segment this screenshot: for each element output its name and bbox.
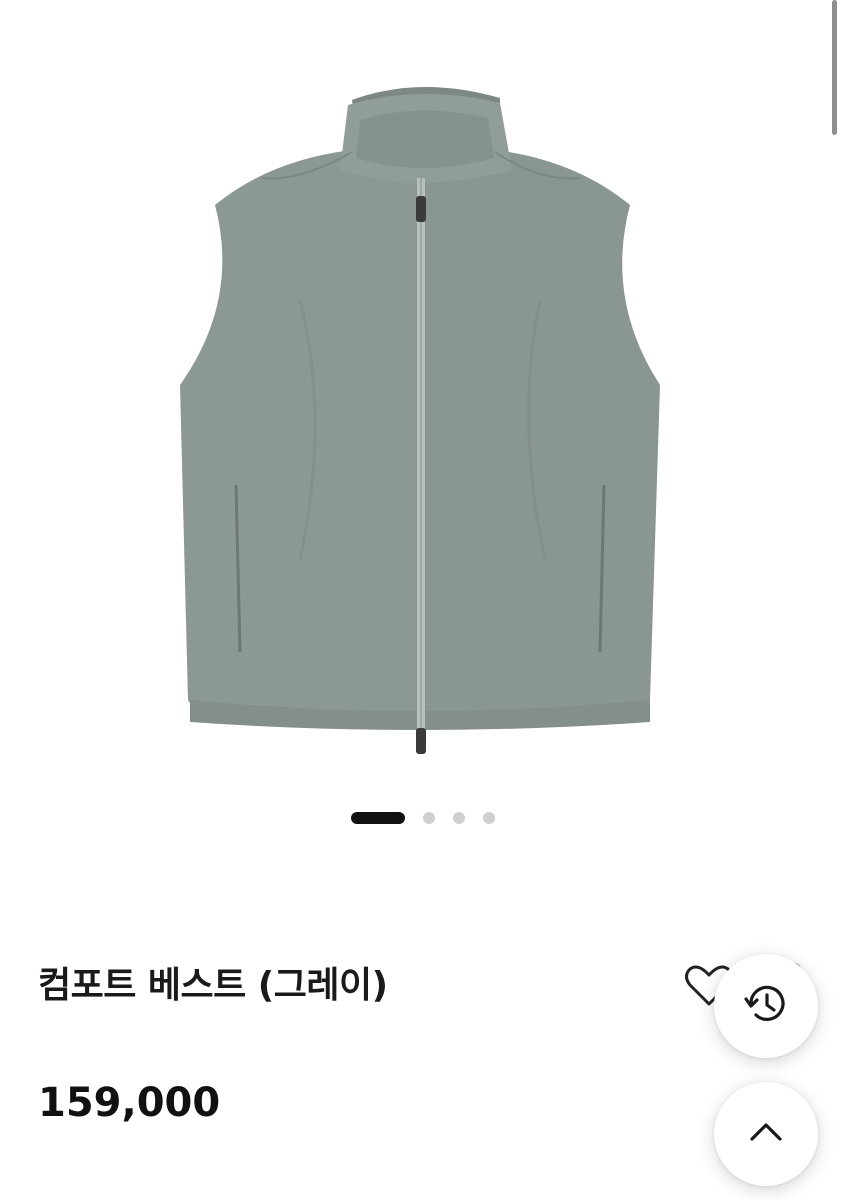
product-title: 컴포트 베스트 (그레이) <box>38 965 388 1006</box>
product-page: 컴포트 베스트 (그레이) 159,000 <box>0 0 845 1200</box>
chevron-up-icon <box>746 1112 786 1156</box>
history-button[interactable] <box>714 954 818 1058</box>
pager-dot-4[interactable] <box>482 812 495 824</box>
product-image[interactable] <box>0 0 845 790</box>
pager-dot-2[interactable] <box>422 812 435 824</box>
image-carousel-pager <box>0 810 845 826</box>
pager-dot-1[interactable] <box>350 812 405 824</box>
pager-dot-3[interactable] <box>452 812 465 824</box>
product-price: 159,000 <box>38 1080 221 1126</box>
history-icon <box>741 979 791 1033</box>
scroll-top-button[interactable] <box>714 1082 818 1186</box>
